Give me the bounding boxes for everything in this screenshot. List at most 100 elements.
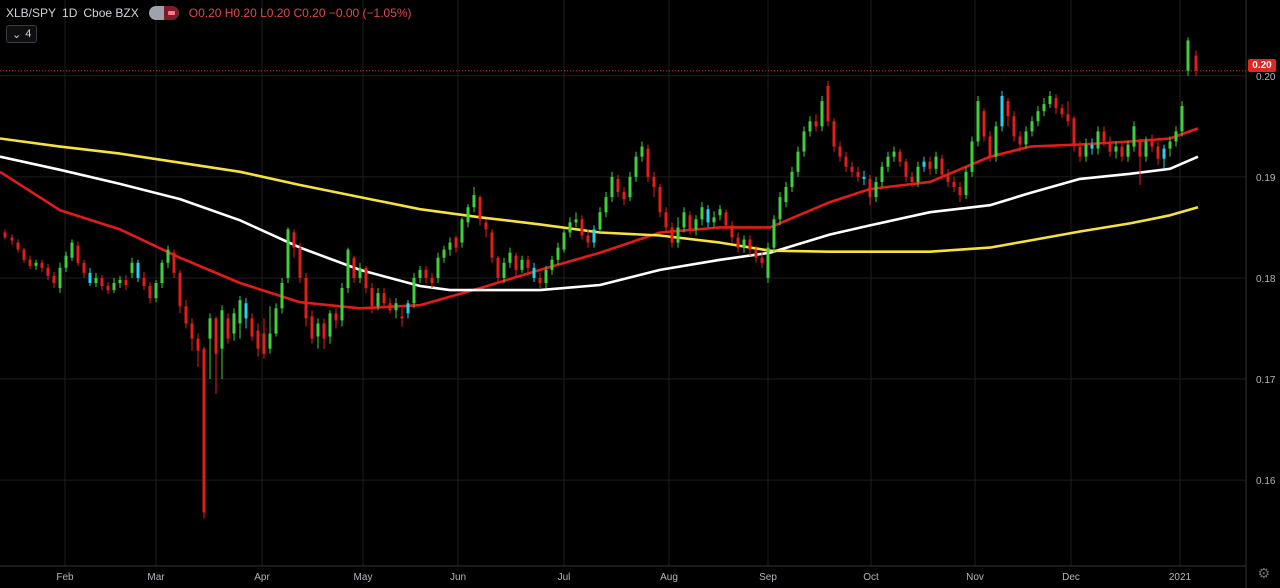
candle-body [1048, 96, 1052, 105]
candle-body [988, 136, 992, 157]
candle-body [346, 249, 350, 289]
candle-body [250, 318, 254, 337]
candle-body [214, 318, 218, 354]
candle-body [106, 286, 110, 291]
candle-body [1036, 111, 1040, 122]
x-tick-label: Jul [558, 572, 571, 583]
candle-body [688, 215, 692, 230]
candle-body [892, 151, 896, 157]
candle-body [712, 217, 716, 223]
candle-body [178, 272, 182, 307]
candle-body [598, 212, 602, 230]
candle-body [730, 225, 734, 238]
candle-body [118, 279, 122, 283]
candle-body [280, 283, 284, 309]
symbol-name[interactable]: XLB/SPY [6, 6, 56, 20]
exchange-label: Cboe BZX [83, 6, 139, 20]
candle-body [490, 232, 494, 258]
candle-body [652, 176, 656, 187]
candle-body [1030, 121, 1034, 132]
candle-body [262, 333, 266, 354]
candle-body [88, 272, 92, 283]
candle-body [1084, 144, 1088, 157]
visibility-toggle[interactable] [148, 6, 179, 20]
candle-body [16, 242, 20, 250]
last-price-badge: 0.20 [1248, 59, 1276, 72]
candle-body [616, 178, 620, 193]
candle-body [700, 207, 704, 220]
x-tick-label: May [354, 572, 373, 583]
candle-body [1054, 98, 1058, 109]
candle-body [796, 151, 800, 172]
candle-body [1162, 148, 1166, 159]
studies-count: 4 [25, 28, 32, 40]
candle-body [808, 121, 812, 132]
toggle-left-icon [148, 6, 164, 20]
x-tick-label: Nov [966, 572, 984, 583]
candle-body [832, 121, 836, 147]
candle-body [1150, 141, 1154, 147]
candle-body [1102, 131, 1106, 142]
candle-body [160, 262, 164, 283]
candle-body [1132, 126, 1136, 147]
candle-body [622, 192, 626, 200]
candle-body [1108, 141, 1112, 152]
candle-body [382, 293, 386, 304]
candle-body [850, 166, 854, 172]
chart-legend: XLB/SPY 1D Cboe BZX O0.20 H0.20 L0.20 C0… [6, 6, 412, 20]
candle-body [430, 277, 434, 283]
candle-body [682, 212, 686, 228]
candle-body [34, 262, 38, 266]
candle-body [664, 212, 668, 228]
candle-body [400, 316, 404, 319]
candle-body [58, 267, 62, 289]
price-chart[interactable]: 0.20 0.19 0.18 0.17 0.16 Feb Mar Apr May Jun Jul Au… [0, 0, 1280, 588]
x-tick-label: Sep [759, 572, 777, 583]
candle-body [982, 111, 986, 137]
candle-body [454, 237, 458, 248]
y-tick-label: 0.19 [1256, 173, 1276, 184]
candle-body [940, 158, 944, 175]
chevron-down-icon: ⌄ [12, 28, 22, 41]
candle-body [292, 232, 296, 248]
candle-body [526, 259, 530, 268]
candle-body [424, 269, 428, 278]
candle-body [640, 146, 644, 157]
candle-body [10, 237, 14, 241]
candle-body [826, 85, 830, 122]
candle-body [478, 197, 482, 220]
ohlc-values: O0.20 H0.20 L0.20 C0.20 −0.00 (−1.05%) [188, 6, 412, 20]
candle-body [244, 303, 248, 319]
candle-body [232, 313, 236, 334]
candle-body [28, 259, 32, 266]
candle-body [922, 161, 926, 167]
candle-body [40, 262, 44, 268]
candle-body [1126, 144, 1130, 157]
candle-body [856, 171, 860, 177]
candle-body [760, 257, 764, 263]
candle-body [436, 257, 440, 278]
candle-body [514, 255, 518, 270]
candle-body [790, 171, 794, 187]
toggle-right-icon [163, 6, 179, 20]
candle-body [1180, 106, 1184, 132]
candle-body [412, 277, 416, 304]
candle-body [484, 222, 488, 230]
candle-body [910, 176, 914, 182]
candle-body [340, 288, 344, 321]
interval-label[interactable]: 1D [62, 6, 77, 20]
candle-body [544, 269, 548, 283]
candle-body [1168, 141, 1172, 149]
y-tick-label: 0.18 [1256, 274, 1276, 285]
candle-body [1194, 55, 1198, 71]
x-tick-label: Mar [147, 572, 165, 583]
candle-body [1012, 116, 1016, 137]
gear-icon[interactable]: ⚙ [1257, 565, 1270, 582]
candle-body [838, 146, 842, 157]
candle-body [586, 235, 590, 243]
studies-toggle-button[interactable]: ⌄ 4 [6, 25, 38, 43]
candle-body [370, 288, 374, 307]
candle-body [1018, 136, 1022, 145]
candle-body [82, 262, 86, 273]
candle-body [964, 171, 968, 196]
